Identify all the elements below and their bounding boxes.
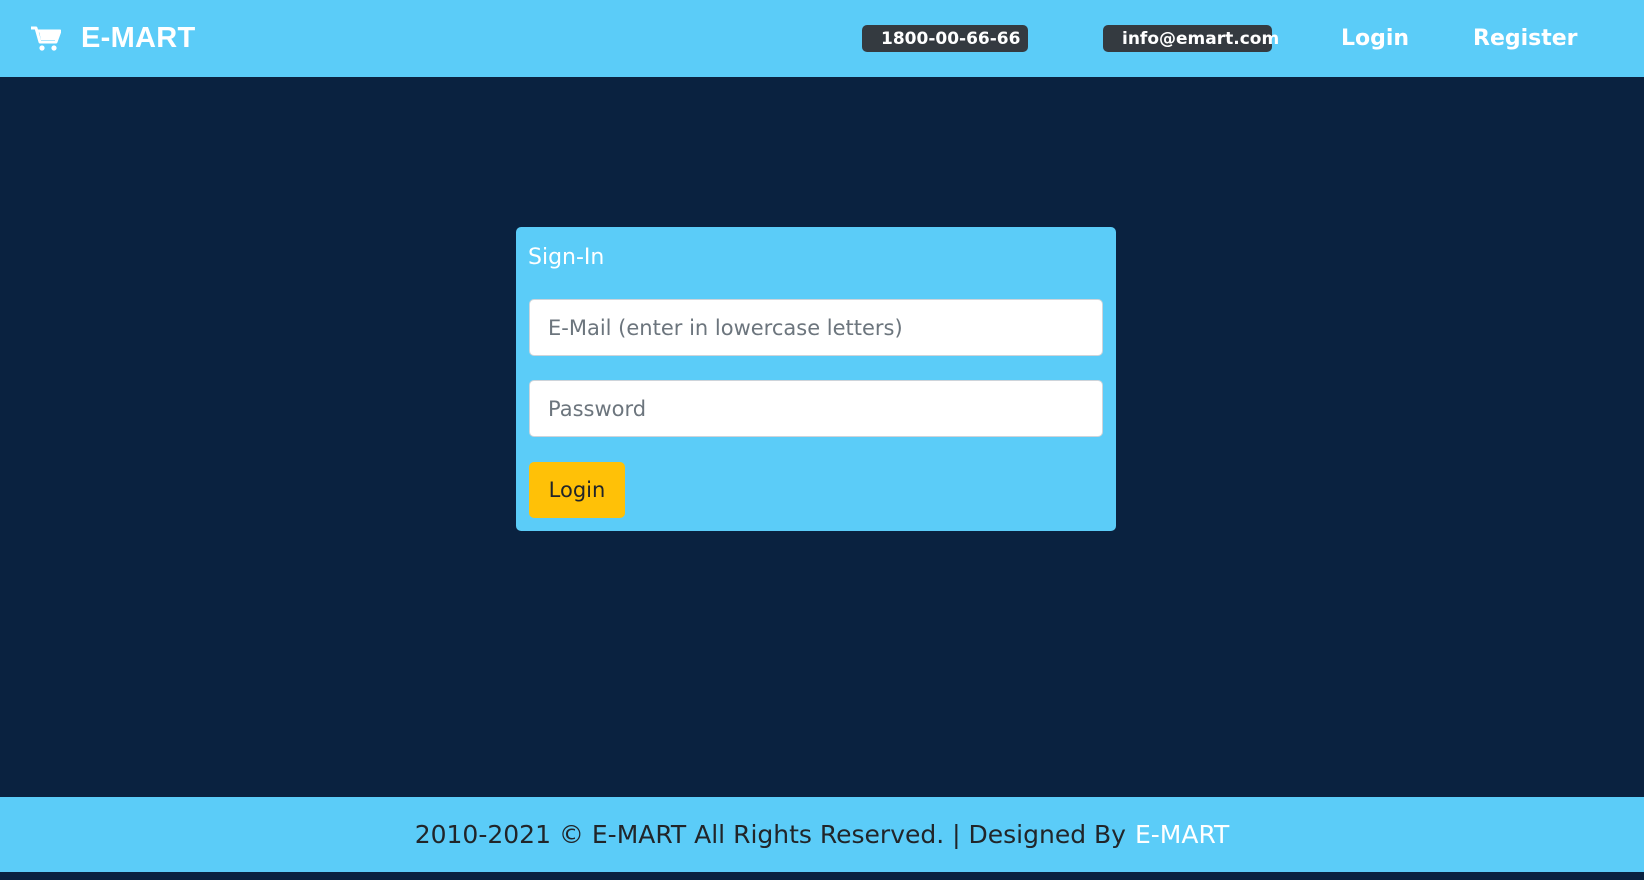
nav-login-link[interactable]: Login: [1341, 0, 1409, 77]
phone-number: 1800-00-66-66: [881, 28, 1021, 49]
brand-name: E-MART: [81, 22, 196, 54]
designer-link[interactable]: E-MART: [1135, 820, 1229, 849]
sign-in-card: Sign-In Login: [516, 227, 1116, 531]
email-badge: info@emart.com: [1103, 25, 1279, 52]
brand-link[interactable]: E-MART: [31, 0, 196, 77]
copyright-text: 2010-2021 © E-MART All Rights Reserved. …: [414, 820, 1126, 849]
password-input[interactable]: [529, 380, 1103, 437]
top-navbar: E-MART 1800-00-66-66 info@emart.com Logi…: [0, 0, 1644, 77]
page-footer: 2010-2021 © E-MART All Rights Reserved. …: [0, 797, 1644, 872]
nav-register-link[interactable]: Register: [1473, 0, 1578, 77]
cart-icon: [31, 26, 61, 51]
login-submit-button[interactable]: Login: [529, 462, 625, 518]
email-input[interactable]: [529, 299, 1103, 356]
phone-badge: 1800-00-66-66: [862, 25, 1028, 52]
card-title: Sign-In: [528, 245, 605, 270]
contact-email: info@emart.com: [1122, 28, 1280, 49]
